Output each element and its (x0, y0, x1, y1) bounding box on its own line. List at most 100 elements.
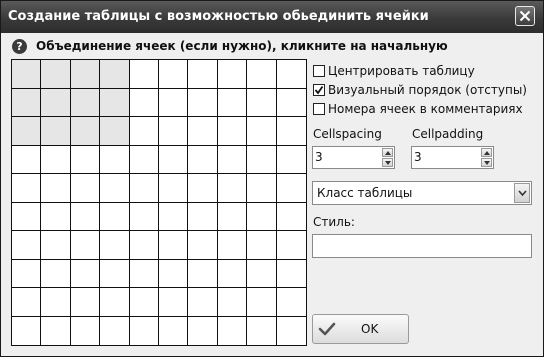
grid-cell[interactable] (159, 203, 188, 231)
grid-cell[interactable] (277, 174, 306, 203)
grid-cell[interactable] (100, 146, 130, 174)
grid-cell[interactable] (41, 317, 71, 345)
grid-cell[interactable] (71, 203, 100, 231)
grid-cell[interactable] (12, 146, 41, 174)
grid-cell[interactable] (188, 231, 218, 260)
grid-cell[interactable] (247, 89, 277, 117)
grid-cell[interactable] (247, 231, 277, 260)
grid-cell[interactable] (71, 89, 100, 117)
grid-cell[interactable] (71, 260, 100, 288)
grid-cell[interactable] (218, 60, 247, 89)
grid-cell[interactable] (247, 203, 277, 231)
cellspacing-stepper[interactable]: 3 (312, 146, 395, 169)
grid-cell[interactable] (159, 231, 188, 260)
center-table-checkbox[interactable] (313, 65, 325, 77)
grid-cell[interactable] (41, 203, 71, 231)
grid-cell[interactable] (188, 260, 218, 288)
grid-cell[interactable] (218, 317, 247, 345)
grid-cell[interactable] (188, 174, 218, 203)
cellspacing-down-button[interactable] (382, 158, 393, 167)
grid-cell[interactable] (130, 317, 159, 345)
grid-cell[interactable] (247, 117, 277, 146)
grid-cell[interactable] (100, 174, 130, 203)
grid-cell[interactable] (12, 117, 41, 146)
grid-cell[interactable] (41, 231, 71, 260)
grid-cell[interactable] (12, 89, 41, 117)
table-class-select[interactable]: Класс таблицы (312, 181, 532, 205)
grid-cell[interactable] (100, 89, 130, 117)
cellpadding-up-button[interactable] (481, 148, 492, 157)
cellpadding-down-button[interactable] (481, 158, 492, 167)
grid-cell[interactable] (100, 117, 130, 146)
grid-cell[interactable] (247, 288, 277, 317)
grid-cell[interactable] (12, 260, 41, 288)
grid-cell[interactable] (130, 146, 159, 174)
grid-cell[interactable] (71, 146, 100, 174)
grid-cell[interactable] (159, 146, 188, 174)
grid-cell[interactable] (41, 260, 71, 288)
grid-cell[interactable] (247, 317, 277, 345)
grid-cell[interactable] (41, 174, 71, 203)
grid-cell[interactable] (41, 146, 71, 174)
grid-cell[interactable] (159, 260, 188, 288)
dropdown-button[interactable] (514, 183, 530, 203)
grid-cell[interactable] (71, 288, 100, 317)
ok-button[interactable]: OK (312, 314, 409, 344)
grid-cell[interactable] (159, 288, 188, 317)
grid-cell[interactable] (277, 260, 306, 288)
help-icon[interactable]: ? (12, 39, 27, 54)
grid-cell[interactable] (100, 260, 130, 288)
grid-cell[interactable] (130, 60, 159, 89)
grid-cell[interactable] (130, 174, 159, 203)
grid-cell[interactable] (218, 174, 247, 203)
grid-cell[interactable] (71, 231, 100, 260)
grid-cell[interactable] (159, 89, 188, 117)
cellpadding-value[interactable]: 3 (414, 150, 422, 164)
grid-cell[interactable] (130, 89, 159, 117)
grid-cell[interactable] (12, 174, 41, 203)
cellspacing-value[interactable]: 3 (315, 150, 323, 164)
close-button[interactable] (515, 6, 535, 26)
grid-cell[interactable] (130, 288, 159, 317)
grid-cell[interactable] (218, 231, 247, 260)
grid-cell[interactable] (218, 146, 247, 174)
title-bar[interactable]: Создание таблицы с возможностью обьедини… (1, 1, 543, 33)
grid-cell[interactable] (71, 174, 100, 203)
grid-cell[interactable] (159, 60, 188, 89)
grid-cell[interactable] (277, 89, 306, 117)
grid-cell[interactable] (277, 288, 306, 317)
grid-cell[interactable] (130, 117, 159, 146)
cell-numbers-checkbox[interactable] (313, 103, 325, 115)
grid-cell[interactable] (188, 317, 218, 345)
grid-cell[interactable] (218, 89, 247, 117)
grid-cell[interactable] (218, 117, 247, 146)
grid-cell[interactable] (71, 117, 100, 146)
grid-cell[interactable] (159, 117, 188, 146)
grid-cell[interactable] (71, 60, 100, 89)
grid-cell[interactable] (12, 317, 41, 345)
grid-cell[interactable] (100, 317, 130, 345)
grid-cell[interactable] (159, 174, 188, 203)
grid-cell[interactable] (130, 203, 159, 231)
grid-cell[interactable] (277, 203, 306, 231)
table-grid[interactable] (11, 59, 307, 346)
grid-cell[interactable] (247, 146, 277, 174)
grid-cell[interactable] (100, 231, 130, 260)
grid-cell[interactable] (247, 260, 277, 288)
grid-cell[interactable] (159, 317, 188, 345)
grid-cell[interactable] (218, 203, 247, 231)
grid-cell[interactable] (41, 288, 71, 317)
grid-cell[interactable] (247, 60, 277, 89)
grid-cell[interactable] (41, 117, 71, 146)
grid-cell[interactable] (12, 203, 41, 231)
grid-cell[interactable] (277, 60, 306, 89)
grid-cell[interactable] (12, 288, 41, 317)
style-input[interactable] (312, 234, 532, 258)
grid-cell[interactable] (247, 174, 277, 203)
grid-cell[interactable] (12, 231, 41, 260)
grid-cell[interactable] (218, 260, 247, 288)
grid-cell[interactable] (130, 231, 159, 260)
grid-cell[interactable] (188, 60, 218, 89)
grid-cell[interactable] (41, 60, 71, 89)
grid-cell[interactable] (188, 117, 218, 146)
